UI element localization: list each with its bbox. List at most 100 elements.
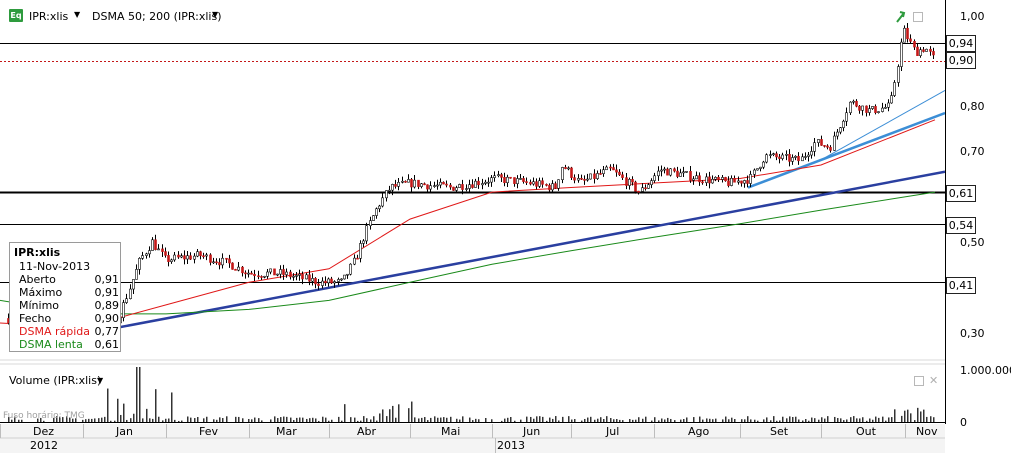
volume-bar <box>795 416 797 422</box>
candle-body <box>429 185 432 190</box>
volume-bar <box>165 418 167 422</box>
volume-bar <box>472 420 474 422</box>
volume-bar <box>373 416 375 422</box>
candle-body <box>420 183 423 187</box>
y-tick-label: 0,50 <box>960 236 985 249</box>
volume-bar <box>398 404 400 422</box>
candle-body <box>161 248 164 252</box>
volume-maximize-icon[interactable] <box>914 376 924 386</box>
volume-panel-title[interactable]: Volume (IPR:xlis) <box>9 374 101 387</box>
volume-bar <box>859 418 861 422</box>
volume-close-icon[interactable]: ✕ <box>929 374 938 387</box>
volume-bar <box>386 416 388 422</box>
candle-body <box>762 161 765 168</box>
candle-body <box>519 178 522 180</box>
volume-bar <box>891 417 893 422</box>
candle-body <box>177 254 180 258</box>
candle-body <box>554 183 557 189</box>
equity-icon[interactable]: Eq <box>9 9 23 22</box>
volume-bar <box>357 420 359 422</box>
volume-bar <box>146 408 148 422</box>
volume-bar <box>85 419 87 422</box>
volume-bar <box>363 416 365 422</box>
volume-bar <box>136 367 138 422</box>
volume-bar <box>885 420 887 422</box>
volume-bar <box>709 418 711 422</box>
candle-body <box>919 49 922 56</box>
volume-bar <box>117 398 119 422</box>
candle-body <box>913 41 916 48</box>
candle-body <box>237 266 240 271</box>
indicator-selector[interactable]: DSMA 50; 200 (IPR:xlis) <box>92 10 221 23</box>
candle-body <box>365 225 368 242</box>
volume-bar <box>514 420 516 422</box>
volume-bar <box>686 417 688 422</box>
volume-bar <box>430 417 432 422</box>
candle-body <box>359 243 362 259</box>
candle-body <box>279 269 282 275</box>
indicator-dropdown-icon[interactable]: ▼ <box>212 10 218 19</box>
candle-body <box>305 274 308 280</box>
candle-body <box>650 180 653 185</box>
volume-bar <box>507 417 509 422</box>
candle-body <box>193 255 196 260</box>
trendlines[interactable] <box>117 90 945 329</box>
candle-body <box>340 278 343 281</box>
volume-bar <box>133 413 135 422</box>
candle-body <box>538 180 541 187</box>
volume-bar <box>322 416 324 422</box>
month-label: Abr <box>357 425 377 438</box>
volume-bar <box>603 419 605 422</box>
volume-bar <box>162 420 164 422</box>
candle-body <box>929 48 932 52</box>
candle-body <box>250 272 253 275</box>
volume-bar <box>258 418 260 422</box>
candle-body <box>900 41 903 67</box>
volume-bar <box>226 416 228 422</box>
volume-bar <box>450 416 452 422</box>
volume-bar <box>213 419 215 422</box>
candle-body <box>503 177 506 184</box>
volume-bar <box>107 388 109 422</box>
info-symbol: IPR:xlis <box>14 246 61 259</box>
volume-bar <box>418 418 420 422</box>
candle-body <box>794 155 797 158</box>
maximize-panel-icon[interactable] <box>913 12 923 22</box>
volume-bar <box>782 416 784 422</box>
symbol-selector[interactable]: IPR:xlis <box>29 10 68 23</box>
candle-body <box>625 177 628 186</box>
candle-body <box>877 111 880 113</box>
candle-body <box>183 255 186 260</box>
candle-body <box>717 176 720 180</box>
volume-bar <box>878 417 880 422</box>
candle-body <box>468 184 471 189</box>
candle-body <box>260 276 263 278</box>
candle-body <box>589 173 592 180</box>
candle-body <box>535 181 538 187</box>
candle-body <box>881 107 884 112</box>
candle-body <box>167 255 170 262</box>
candle-body <box>644 187 647 190</box>
month-label: Fev <box>199 425 219 438</box>
candle-body <box>567 167 570 170</box>
symbol-dropdown-icon[interactable]: ▼ <box>74 10 80 19</box>
horizontal-levels[interactable] <box>0 43 945 283</box>
candle-body <box>669 168 672 176</box>
volume-bar <box>533 418 535 422</box>
candle-body <box>605 166 608 171</box>
volume-bar <box>286 416 288 422</box>
volume-bar <box>923 409 925 422</box>
candle-body <box>612 167 615 171</box>
volume-bar <box>670 418 672 422</box>
candle-body <box>804 156 807 158</box>
volume-bar <box>424 417 426 422</box>
volume-bar <box>110 420 112 422</box>
volume-dropdown-icon[interactable]: ▼ <box>97 376 103 385</box>
volume-bar <box>446 417 448 422</box>
candle-body <box>548 184 551 191</box>
candle-body <box>839 127 842 133</box>
info-value: 0,77 <box>94 325 120 338</box>
chart-canvas[interactable] <box>0 0 945 453</box>
volume-bar <box>331 419 333 422</box>
volume-bar <box>869 418 871 422</box>
